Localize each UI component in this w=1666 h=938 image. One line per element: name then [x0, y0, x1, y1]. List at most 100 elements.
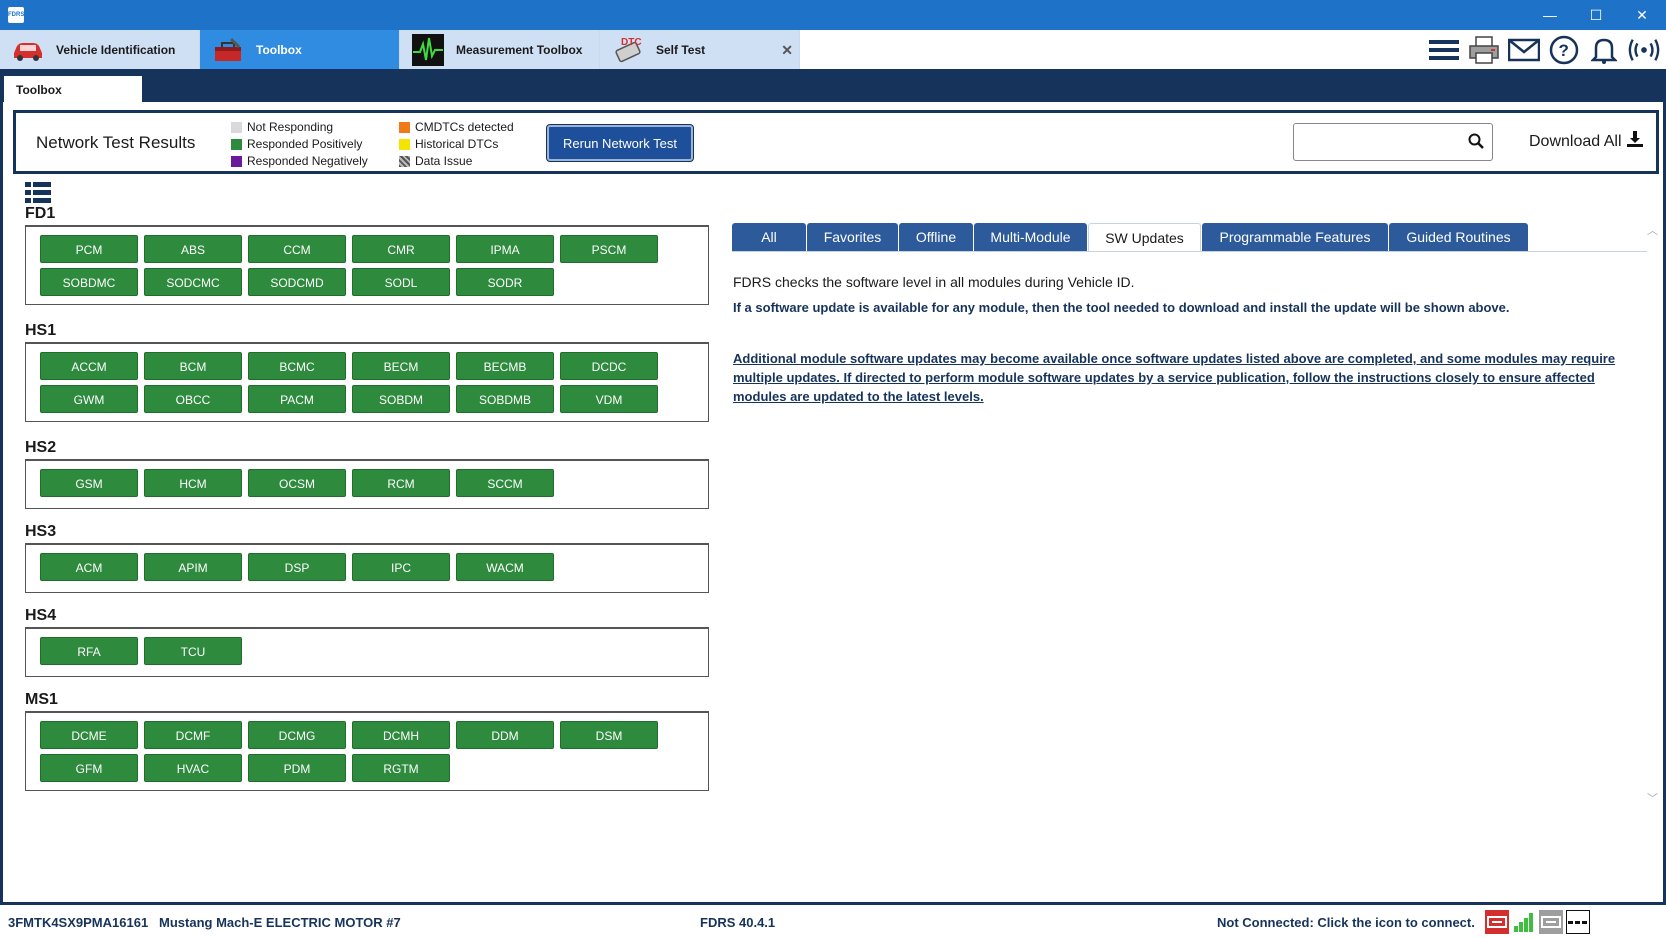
module-button-becmb[interactable]: BECMB	[456, 352, 554, 380]
module-button-tcu[interactable]: TCU	[144, 637, 242, 665]
dtc-icon: DTC	[610, 35, 646, 65]
module-button-sobdmc[interactable]: SOBDMC	[40, 268, 138, 296]
minimize-button[interactable]: —	[1527, 0, 1573, 30]
module-button-pdm[interactable]: PDM	[248, 754, 346, 782]
network-test-panel: Network Test Results Not Responding Resp…	[13, 110, 1659, 174]
bell-icon[interactable]	[1588, 34, 1620, 66]
module-button-obcc[interactable]: OBCC	[144, 385, 242, 413]
vci-gray-icon[interactable]	[1539, 910, 1563, 934]
tab-guided-routines[interactable]: Guided Routines	[1389, 223, 1528, 251]
toolbox-content: Network Test Results Not Responding Resp…	[0, 102, 1666, 902]
module-button-bcm[interactable]: BCM	[144, 352, 242, 380]
module-button-pscm[interactable]: PSCM	[560, 235, 658, 263]
module-button-ocsm[interactable]: OCSM	[248, 469, 346, 497]
search-icon[interactable]	[1468, 133, 1484, 154]
module-button-sodcmd[interactable]: SODCMD	[248, 268, 346, 296]
module-button-gfm[interactable]: GFM	[40, 754, 138, 782]
module-button-ipma[interactable]: IPMA	[456, 235, 554, 263]
svg-text:DTC: DTC	[621, 37, 642, 48]
legend-swatch	[399, 139, 410, 150]
rerun-network-test-button[interactable]: Rerun Network Test	[547, 125, 693, 161]
module-button-becm[interactable]: BECM	[352, 352, 450, 380]
module-button-sodcmc[interactable]: SODCMC	[144, 268, 242, 296]
help-icon[interactable]: ?	[1548, 34, 1580, 66]
module-button-ddm[interactable]: DDM	[456, 721, 554, 749]
module-button-bcmc[interactable]: BCMC	[248, 352, 346, 380]
module-button-sobdmb[interactable]: SOBDMB	[456, 385, 554, 413]
svg-text:?: ?	[1559, 41, 1569, 60]
tab-label: Self Test	[656, 42, 706, 57]
toolbox-icon	[210, 35, 246, 65]
tab-label: Toolbox	[256, 42, 302, 57]
close-window-button[interactable]: ✕	[1619, 0, 1665, 30]
tab-self-test[interactable]: DTC Self Test ✕	[600, 30, 800, 69]
dashes-icon[interactable]	[1566, 910, 1590, 934]
vehicle-status: 3FMTK4SX9PMA16161 Mustang Mach-E ELECTRI…	[8, 915, 401, 930]
legend-item: Not Responding	[231, 119, 368, 136]
module-button-wacm[interactable]: WACM	[456, 553, 554, 581]
module-button-ccm[interactable]: CCM	[248, 235, 346, 263]
module-button-sccm[interactable]: SCCM	[456, 469, 554, 497]
module-button-dcmf[interactable]: DCMF	[144, 721, 242, 749]
module-button-dsm[interactable]: DSM	[560, 721, 658, 749]
tab-favorites[interactable]: Favorites	[807, 223, 898, 251]
subtab-toolbox[interactable]: Toolbox	[4, 76, 142, 102]
module-button-sobdm[interactable]: SOBDM	[352, 385, 450, 413]
vehicle-name-text: Mustang Mach-E ELECTRIC MOTOR #7	[159, 915, 401, 930]
module-button-hcm[interactable]: HCM	[144, 469, 242, 497]
module-button-rfa[interactable]: RFA	[40, 637, 138, 665]
module-button-dcmh[interactable]: DCMH	[352, 721, 450, 749]
printer-icon[interactable]	[1468, 34, 1500, 66]
legend-item: Data Issue	[399, 153, 514, 170]
module-button-pacm[interactable]: PACM	[248, 385, 346, 413]
module-search-input[interactable]	[1293, 123, 1493, 161]
legend-swatch	[231, 139, 242, 150]
network-test-title: Network Test Results	[36, 133, 196, 152]
toolbox-subtab-strip: Toolbox	[0, 72, 1666, 102]
module-button-rcm[interactable]: RCM	[352, 469, 450, 497]
module-button-gsm[interactable]: GSM	[40, 469, 138, 497]
tab-programmable-features[interactable]: Programmable Features	[1202, 223, 1388, 251]
module-button-rgtm[interactable]: RGTM	[352, 754, 450, 782]
vci-red-icon[interactable]	[1485, 910, 1509, 934]
module-button-hvac[interactable]: HVAC	[144, 754, 242, 782]
module-button-abs[interactable]: ABS	[144, 235, 242, 263]
mail-icon[interactable]	[1508, 34, 1540, 66]
module-button-accm[interactable]: ACCM	[40, 352, 138, 380]
menu-icon[interactable]	[1428, 34, 1460, 66]
tab-sw-updates[interactable]: SW Updates	[1088, 223, 1201, 251]
maximize-button[interactable]: ☐	[1573, 0, 1619, 30]
module-button-cmr[interactable]: CMR	[352, 235, 450, 263]
car-icon	[10, 35, 46, 65]
signal-bars-icon[interactable]	[1512, 910, 1536, 934]
connection-icons	[1485, 910, 1590, 934]
module-button-ipc[interactable]: IPC	[352, 553, 450, 581]
module-button-vdm[interactable]: VDM	[560, 385, 658, 413]
tab-all[interactable]: All	[732, 223, 806, 251]
tab-label: Vehicle Identification	[56, 42, 176, 57]
close-tab-icon[interactable]: ✕	[781, 42, 793, 59]
broadcast-icon[interactable]	[1628, 34, 1660, 66]
module-button-sodr[interactable]: SODR	[456, 268, 554, 296]
module-button-acm[interactable]: ACM	[40, 553, 138, 581]
module-button-sodl[interactable]: SODL	[352, 268, 450, 296]
module-button-dcmg[interactable]: DCMG	[248, 721, 346, 749]
status-bar: 3FMTK4SX9PMA16161 Mustang Mach-E ELECTRI…	[0, 902, 1666, 938]
module-button-gwm[interactable]: GWM	[40, 385, 138, 413]
tab-measurement-toolbox[interactable]: Measurement Toolbox	[400, 30, 600, 69]
legend-item: Responded Positively	[231, 136, 368, 153]
tab-toolbox[interactable]: Toolbox	[200, 30, 400, 69]
module-button-pcm[interactable]: PCM	[40, 235, 138, 263]
scroll-down-arrow-icon[interactable]: ﹀	[1647, 790, 1658, 806]
sw-update-additional-link[interactable]: Additional module software updates may b…	[733, 349, 1641, 406]
tab-offline[interactable]: Offline	[899, 223, 973, 251]
group-label-hs3: HS3	[25, 523, 57, 540]
module-button-dcdc[interactable]: DCDC	[560, 352, 658, 380]
module-button-apim[interactable]: APIM	[144, 553, 242, 581]
module-button-dcme[interactable]: DCME	[40, 721, 138, 749]
tab-multi-module[interactable]: Multi-Module	[974, 223, 1087, 251]
module-button-dsp[interactable]: DSP	[248, 553, 346, 581]
scroll-up-arrow-icon[interactable]: ︿	[1647, 222, 1658, 238]
download-all-button[interactable]: Download All	[1529, 131, 1643, 152]
tab-vehicle-identification[interactable]: Vehicle Identification	[0, 30, 200, 69]
